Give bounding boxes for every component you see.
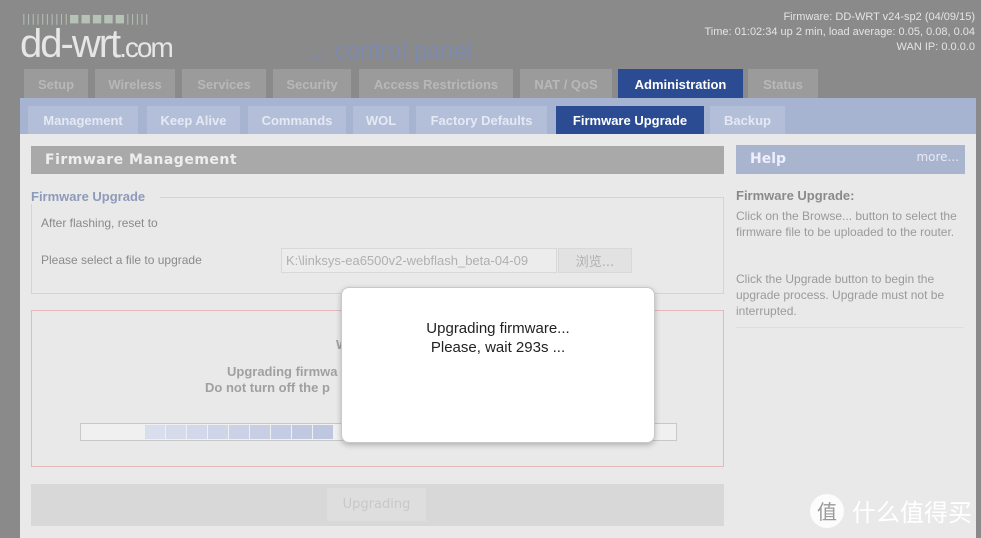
router-info: Firmware: DD-WRT v24-sp2 (04/09/15) Time…: [705, 10, 976, 55]
file-label: Please select a file to upgrade: [41, 253, 202, 267]
browse-button[interactable]: 浏览...: [558, 248, 632, 273]
progress-segment: [313, 425, 333, 439]
tab-access-restrictions[interactable]: Access Restrictions: [359, 69, 513, 99]
subtab-backup[interactable]: Backup: [710, 106, 785, 134]
progress-segment: [208, 425, 228, 439]
divider: [736, 327, 964, 328]
watermark: 值 什么值得买: [810, 493, 972, 528]
status-line-2: Do not turn off the p: [205, 380, 330, 395]
tab-wireless[interactable]: Wireless: [95, 69, 175, 99]
reset-label: After flashing, reset to: [41, 216, 158, 230]
dialog-line-2: Please, wait 293s ...: [430, 339, 566, 356]
loading-spinner-icon: [481, 366, 517, 402]
help-title: Help: [750, 151, 787, 167]
watermark-text: 什么值得买: [852, 499, 972, 527]
tab-administration[interactable]: Administration: [618, 69, 743, 99]
subtab-factory-defaults[interactable]: Factory Defaults: [416, 106, 547, 134]
help-heading: Firmware Upgrade:: [736, 188, 855, 203]
tab-status[interactable]: Status: [748, 69, 818, 99]
tab-security[interactable]: Security: [273, 69, 351, 99]
progress-segment: [250, 425, 270, 439]
progress-segment: [124, 425, 144, 439]
subtab-firmware-upgrade[interactable]: Firmware Upgrade: [556, 106, 704, 134]
divider: [160, 197, 724, 198]
help-text-browse: Click on the Browse... button to select …: [736, 209, 957, 239]
progress-segment: [82, 425, 102, 439]
subtab-keep-alive[interactable]: Keep Alive: [147, 106, 240, 134]
progress-segment: [271, 425, 291, 439]
tab-services[interactable]: Services: [182, 69, 266, 99]
control-panel-title: ... control panel: [308, 38, 473, 65]
file-input[interactable]: K:\linksys-ea6500v2-webflash_beta-04-09: [281, 248, 557, 273]
firmware-version: Firmware: DD-WRT v24-sp2 (04/09/15): [783, 11, 975, 23]
status-line-1: Upgrading firmwa: [227, 364, 338, 379]
progress-segment: [292, 425, 312, 439]
subtab-wol[interactable]: WOL: [353, 106, 409, 134]
watermark-logo: 值: [810, 493, 844, 528]
upgrade-button[interactable]: Upgrading: [327, 488, 426, 521]
fieldset-legend: Firmware Upgrade: [31, 189, 150, 204]
tab-setup[interactable]: Setup: [24, 69, 88, 99]
ddwrt-logo: dd-wrt.com: [20, 22, 174, 66]
help-more-link[interactable]: more...: [916, 150, 959, 164]
subtab-management[interactable]: Management: [28, 106, 138, 134]
progress-segment: [229, 425, 249, 439]
dialog-line-1: Upgrading firmware...: [426, 320, 570, 337]
upgrade-dialog: Upgrading firmware... Please, wait 293s …: [341, 287, 655, 443]
progress-segment: [145, 425, 165, 439]
firmware-fieldset: [31, 197, 724, 294]
progress-segment: [166, 425, 186, 439]
progress-segment: [103, 425, 123, 439]
subtab-commands[interactable]: Commands: [248, 106, 346, 134]
uptime: Time: 01:02:34 up 2 min, load average: 0…: [704, 26, 976, 38]
progress-segment: [187, 425, 207, 439]
help-text-upgrade: Click the Upgrade button to begin the up…: [736, 272, 945, 318]
tab-nat-qos[interactable]: NAT / QoS: [520, 69, 612, 99]
section-title: Firmware Management: [31, 146, 724, 174]
wan-ip: WAN IP: 0.0.0.0: [896, 41, 975, 53]
